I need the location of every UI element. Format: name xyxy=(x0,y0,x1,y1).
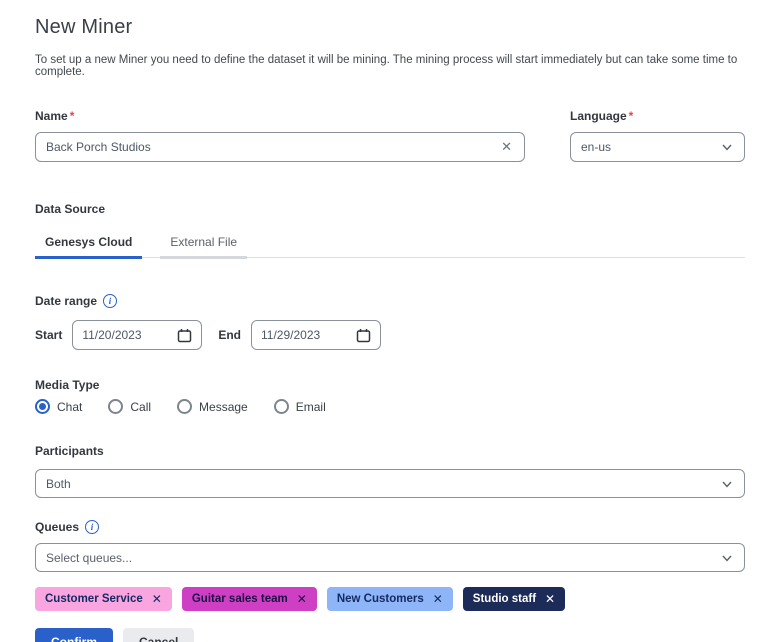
info-icon[interactable]: i xyxy=(103,294,118,308)
radio-button-icon xyxy=(108,399,124,414)
data-source-tabs: Genesys Cloud External File xyxy=(35,229,745,259)
language-selected-value: en-us xyxy=(581,140,612,154)
participants-select[interactable]: Both xyxy=(35,469,745,498)
data-source-label: Data Source xyxy=(35,202,106,216)
media-type-options: Chat Call Message Email xyxy=(35,399,745,414)
radio-button-icon xyxy=(35,399,50,414)
new-miner-form: New Miner To set up a new Miner you need… xyxy=(0,0,768,642)
required-asterisk: * xyxy=(69,109,75,123)
queue-tag-label: Guitar sales team xyxy=(191,593,288,605)
start-date-value: 11/20/2023 xyxy=(82,328,142,342)
calendar-icon[interactable] xyxy=(356,328,371,343)
chevron-down-icon xyxy=(720,477,734,491)
queues-label: Queues xyxy=(35,520,80,534)
radio-message-label: Message xyxy=(199,399,248,414)
queue-tag-label: New Customers xyxy=(336,593,424,605)
queues-label-row: Queues i xyxy=(35,520,745,534)
end-label: End xyxy=(218,328,242,342)
name-input-wrap: ✕ xyxy=(35,132,525,162)
chevron-down-icon xyxy=(720,551,734,565)
remove-tag-icon[interactable]: ✕ xyxy=(152,592,162,606)
name-label: Name * xyxy=(35,109,525,123)
tab-external-file[interactable]: External File xyxy=(160,229,248,259)
clear-name-icon[interactable]: ✕ xyxy=(499,139,514,155)
radio-email-label: Email xyxy=(295,399,326,414)
remove-tag-icon[interactable]: ✕ xyxy=(545,592,555,606)
queue-tag-label: Customer Service xyxy=(45,593,143,605)
language-label-text: Language xyxy=(570,109,627,123)
queue-tag: Guitar sales team ✕ xyxy=(181,587,317,611)
action-buttons: Confirm Cancel xyxy=(35,628,745,642)
language-label: Language * xyxy=(570,109,745,123)
confirm-button[interactable]: Confirm xyxy=(35,628,113,642)
date-range-label-row: Date range i xyxy=(35,294,745,308)
radio-button-icon xyxy=(273,399,289,414)
calendar-icon[interactable] xyxy=(177,328,192,343)
tab-genesys-cloud[interactable]: Genesys Cloud xyxy=(35,229,143,259)
date-range-label: Date range xyxy=(35,294,98,308)
participants-label: Participants xyxy=(35,444,104,458)
required-asterisk: * xyxy=(628,109,634,123)
radio-email[interactable]: Email xyxy=(273,399,326,414)
radio-button-icon xyxy=(177,399,193,414)
info-icon[interactable]: i xyxy=(85,520,100,534)
date-range-row: Start 11/20/2023 End 11/29/2023 xyxy=(35,320,745,350)
radio-chat-label: Chat xyxy=(57,399,83,414)
participants-selected-value: Both xyxy=(46,476,71,491)
start-label: Start xyxy=(35,328,63,342)
remove-tag-icon[interactable]: ✕ xyxy=(297,592,307,606)
queue-tag-label: Studio staff xyxy=(472,593,537,605)
queue-tag: Studio staff ✕ xyxy=(462,587,566,611)
chevron-down-icon xyxy=(720,140,734,154)
queue-tag: Customer Service ✕ xyxy=(35,587,172,611)
name-language-row: Name* ✕ Language* en-us xyxy=(35,109,745,162)
radio-message[interactable]: Message xyxy=(177,399,248,414)
queues-select[interactable]: Select queues... xyxy=(35,543,745,572)
remove-tag-icon[interactable]: ✕ xyxy=(433,592,443,606)
name-input[interactable] xyxy=(46,140,500,154)
queue-tag: New Customers ✕ xyxy=(326,587,453,611)
radio-chat[interactable]: Chat xyxy=(35,399,82,414)
selected-queues-row: Customer Service ✕ Guitar sales team ✕ N… xyxy=(35,587,745,611)
end-date-value: 11/29/2023 xyxy=(261,328,321,342)
start-date-input[interactable]: 11/20/2023 xyxy=(72,320,203,350)
queues-placeholder: Select queues... xyxy=(46,550,133,565)
language-field-block: Language * en-us xyxy=(570,109,745,162)
end-date-input[interactable]: 11/29/2023 xyxy=(251,320,382,350)
name-label-text: Name xyxy=(35,109,68,123)
language-select[interactable]: en-us xyxy=(570,132,745,162)
cancel-button[interactable]: Cancel xyxy=(123,628,195,642)
page-title: New Miner xyxy=(35,16,133,38)
media-type-label: Media Type xyxy=(35,378,100,392)
radio-call[interactable]: Call xyxy=(108,399,151,414)
name-field-block: Name* ✕ xyxy=(35,109,525,162)
radio-call-label: Call xyxy=(130,399,152,414)
page-description: To set up a new Miner you need to define… xyxy=(35,54,738,78)
